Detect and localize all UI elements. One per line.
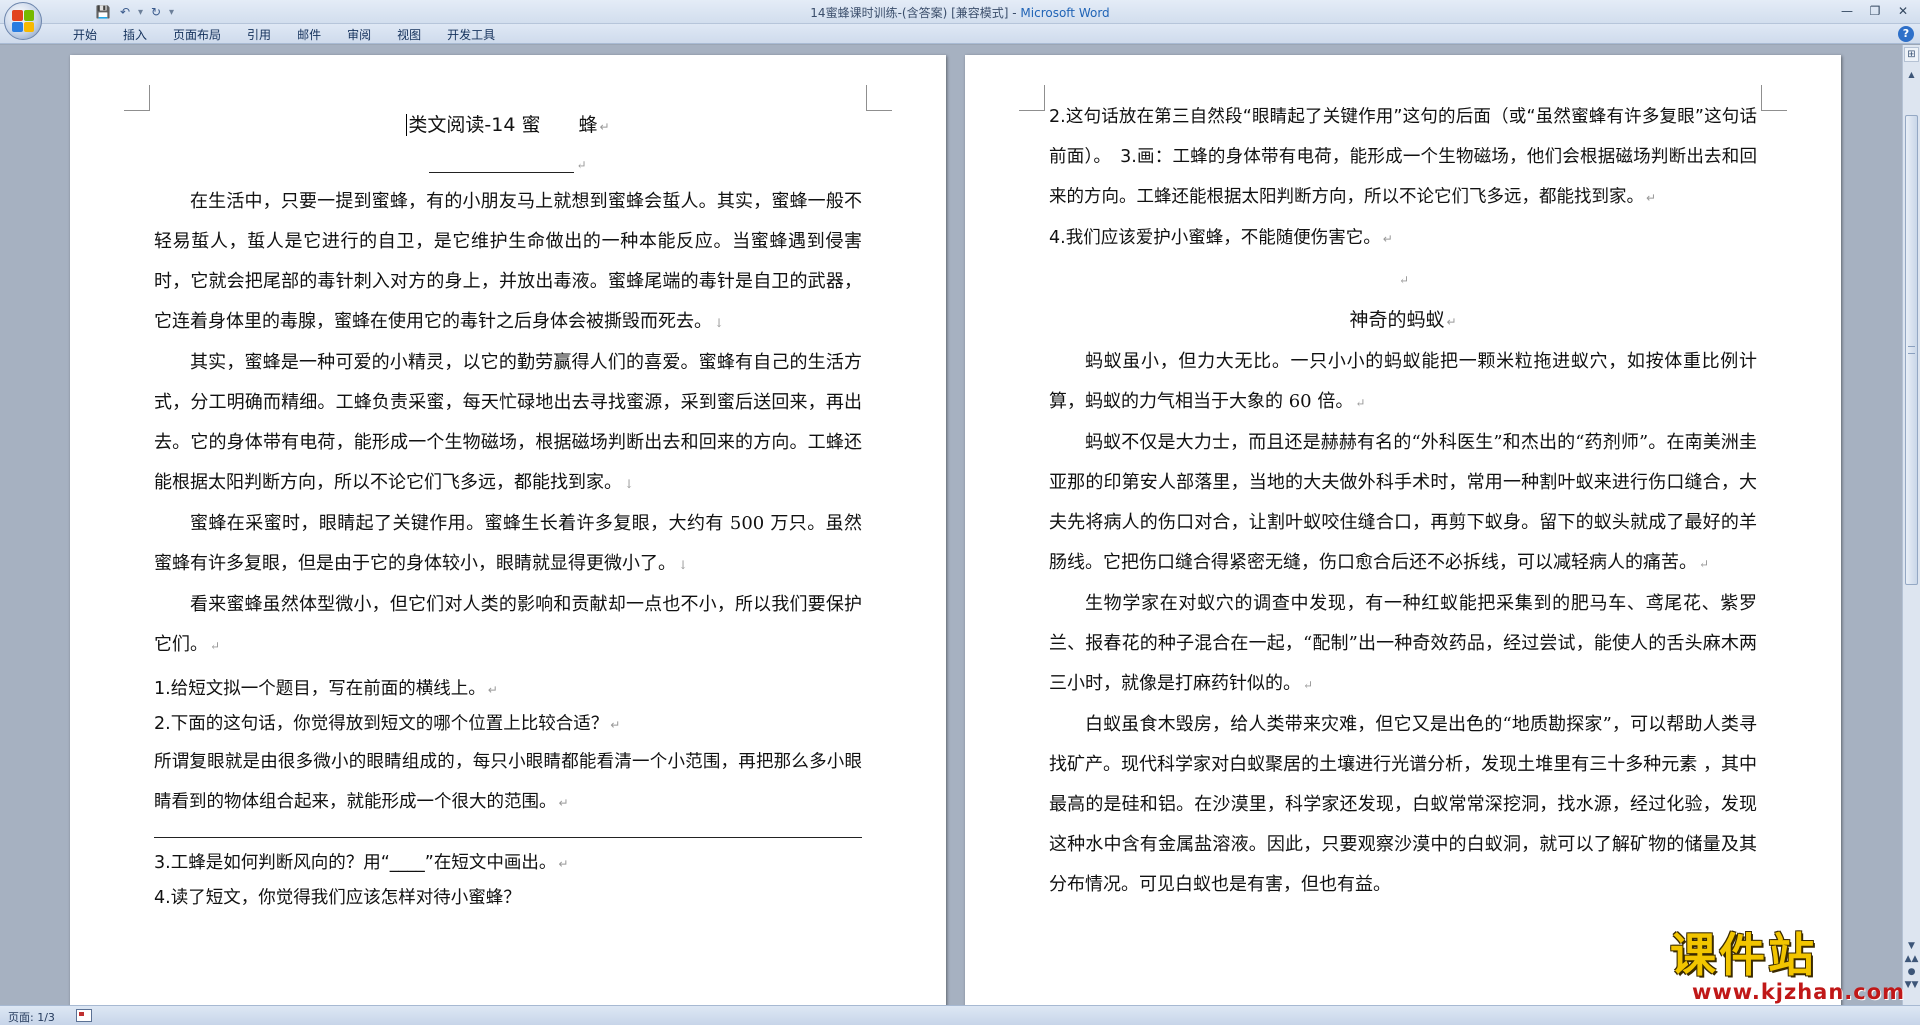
tab-insert[interactable]: 插入 — [110, 26, 160, 43]
page-1[interactable]: 类文阅读-14 蜜 蜂 ↵ ↵ 在生活中，只要一提到蜜蜂，有的小朋友马上就想到蜜蜂… — [70, 55, 946, 1005]
answer-line — [154, 837, 862, 838]
paragraph-mark: ↵ — [1646, 191, 1657, 205]
tab-mailings[interactable]: 邮件 — [284, 26, 334, 43]
paragraph-mark: ↵ — [1699, 557, 1710, 571]
paragraph: 白蚁虽食木毁房，给人类带来灾难，但它又是出色的“地质勘探家”，可以帮助人类寻找矿… — [1049, 714, 1757, 895]
paragraph-mark: ↵ — [610, 718, 621, 732]
title-answer-blank: ↵ — [154, 147, 862, 182]
paragraph: 生物学家在对蚁穴的调查中发现，有一种红蚁能把采集到的肥马车、鸢尾花、紫罗兰、报春… — [1049, 593, 1757, 694]
blank-line — [429, 155, 575, 173]
proofing-status-icon[interactable] — [76, 1009, 92, 1022]
answer-4: 4.我们应该爱护小蜜蜂，不能随便伤害它。 ↵ — [1049, 228, 1393, 248]
status-bar: 页面: 1/3 — [0, 1005, 1920, 1025]
scroll-grip — [1908, 346, 1915, 354]
tab-view[interactable]: 视图 — [384, 26, 434, 43]
question-1: 1.给短文拟一个题目，写在前面的横线上。 ↵ — [154, 679, 498, 699]
previous-page-icon[interactable]: ▲▲ — [1905, 954, 1919, 964]
office-button[interactable] — [4, 2, 42, 40]
browse-controls: ▼ ▲▲ ● ▼▼ — [1904, 941, 1919, 1001]
tab-home[interactable]: 开始 — [60, 26, 110, 43]
paragraph-mark: ↵ — [1303, 678, 1314, 692]
paragraph-mark: ↵ — [1382, 232, 1393, 246]
watermark-logo-text: 课件站 — [1670, 928, 1817, 982]
margin-corner-mark — [866, 85, 892, 111]
close-icon[interactable]: ✕ — [1890, 2, 1916, 20]
scroll-thumb[interactable] — [1905, 115, 1918, 585]
paragraph-mark: ↵ — [1398, 273, 1410, 287]
app-name: Microsoft Word — [1020, 6, 1110, 20]
question-4: 4.读了短文，你觉得我们应该怎样对待小蜜蜂？ — [154, 888, 521, 908]
question-2: 2.下面的这句话，你觉得放到短文的哪个位置上比较合适？ ↵ — [154, 714, 621, 734]
empty-paragraph: ↵ — [1049, 259, 1757, 300]
scroll-up-icon[interactable]: ▲ — [1904, 67, 1919, 83]
tab-references[interactable]: 引用 — [234, 26, 284, 43]
margin-corner-mark — [124, 85, 150, 111]
paragraph: 看来蜜蜂虽然体型微小，但它们对人类的影响和贡献却一点也不小，所以我们要保护它们。… — [154, 594, 862, 655]
paragraph-mark: ↵ — [1355, 396, 1366, 410]
ribbon-tabs: 开始 插入 页面布局 引用 邮件 审阅 视图 开发工具 — [60, 26, 508, 43]
paragraph: 其实，蜜蜂是一种可爱的小精灵，以它的勤劳赢得人们的喜爱。蜜蜂有自己的生活方式，分… — [154, 352, 862, 493]
page-2[interactable]: 2.这句话放在第三自然段“眼睛起了关键作用”这句的后面（或“虽然蜜蜂有许多复眼”… — [965, 55, 1841, 1005]
paragraph: 蚂蚁不仅是大力士，而且还是赫赫有名的“外科医生”和杰出的“药剂师”。在南美洲圭亚… — [1049, 432, 1757, 573]
line-break-mark: ↓ — [678, 558, 689, 572]
paragraph-mark: ↵ — [599, 120, 610, 134]
office-logo-icon — [12, 10, 34, 32]
line-break-mark: ↓ — [624, 477, 635, 491]
paragraph: 蚂蚁虽小，但力大无比。一只小小的蚂蚁能把一颗米粒拖进蚁穴，如按体重比例计算，蚂蚁… — [1049, 351, 1757, 412]
watermark-url: www.kjzhan.com — [1692, 980, 1906, 1004]
paragraph-mark: ↵ — [558, 796, 569, 810]
ruler-toggle-icon[interactable]: ⊞ — [1904, 47, 1919, 62]
document-title: 14蜜蜂课时训练-(含答案) [兼容模式] - — [810, 6, 1021, 20]
tab-developer[interactable]: 开发工具 — [434, 26, 508, 43]
paragraph-mark: ↵ — [210, 639, 221, 653]
paragraph: 在生活中，只要一提到蜜蜂，有的小朋友马上就想到蜜蜂会蜇人。其实，蜜蜂一般不轻易蜇… — [154, 191, 862, 332]
window-controls: — ❐ ✕ — [1834, 2, 1916, 20]
question-3: 3.工蜂是如何判断风向的？用“____”在短文中画出。 ↵ — [154, 853, 569, 873]
scroll-down-icon[interactable]: ▼ — [1908, 941, 1915, 951]
help-icon[interactable]: ? — [1898, 26, 1914, 42]
paragraph: 蜜蜂在采蜜时，眼睛起了关键作用。蜜蜂生长着许多复眼，大约有 500 万只。虽然蜜… — [154, 513, 862, 574]
paragraph-mark: ↵ — [576, 158, 587, 172]
title-bar: 💾 ↶ ▾ ↻ ▾ 14蜜蜂课时训练-(含答案) [兼容模式] - Micros… — [0, 0, 1920, 24]
page-indicator[interactable]: 页面: 1/3 — [8, 1009, 55, 1025]
answer-2-3: 2.这句话放在第三自然段“眼睛起了关键作用”这句的后面（或“虽然蜜蜂有许多复眼”… — [1049, 107, 1757, 207]
document-area[interactable]: 类文阅读-14 蜜 蜂 ↵ ↵ 在生活中，只要一提到蜜蜂，有的小朋友马上就想到蜜蜂… — [0, 45, 1902, 1005]
page-content[interactable]: 类文阅读-14 蜜 蜂 ↵ ↵ 在生活中，只要一提到蜜蜂，有的小朋友马上就想到蜜蜂… — [154, 97, 862, 915]
margin-corner-mark — [1761, 85, 1787, 111]
margin-corner-mark — [1019, 85, 1045, 111]
page-content[interactable]: 2.这句话放在第三自然段“眼睛起了关键作用”这句的后面（或“虽然蜜蜂有许多复眼”… — [1049, 97, 1757, 905]
section-title: 神奇的蚂蚁 ↵ — [1349, 309, 1457, 331]
paragraph-mark: ↵ — [1446, 315, 1457, 329]
question-2-quote: 所谓复眼就是由很多微小的眼睛组成的，每只小眼睛都能看清一个小范围，再把那么多小眼… — [154, 752, 862, 812]
window-title: 14蜜蜂课时训练-(含答案) [兼容模式] - Microsoft Word — [0, 4, 1920, 21]
next-page-icon[interactable]: ▼▼ — [1905, 980, 1919, 990]
minimize-icon[interactable]: — — [1834, 2, 1860, 20]
line-break-mark: ↓ — [714, 316, 725, 330]
tab-page-layout[interactable]: 页面布局 — [160, 26, 234, 43]
vertical-scrollbar[interactable]: ⊞ ▲ ▼ ▲▲ ● ▼▼ — [1902, 45, 1920, 1005]
restore-icon[interactable]: ❐ — [1862, 2, 1888, 20]
article-title: 类文阅读-14 蜜 蜂 ↵ — [406, 114, 610, 136]
ribbon-tabs-bar: 开始 插入 页面布局 引用 邮件 审阅 视图 开发工具 ? — [0, 24, 1920, 44]
tab-review[interactable]: 审阅 — [334, 26, 384, 43]
select-browse-object-icon[interactable]: ● — [1908, 967, 1916, 977]
paragraph-mark: ↵ — [487, 683, 498, 697]
site-watermark: 课件站 www.kjzhan.com — [1670, 928, 1906, 1005]
paragraph-mark: ↵ — [558, 857, 569, 871]
